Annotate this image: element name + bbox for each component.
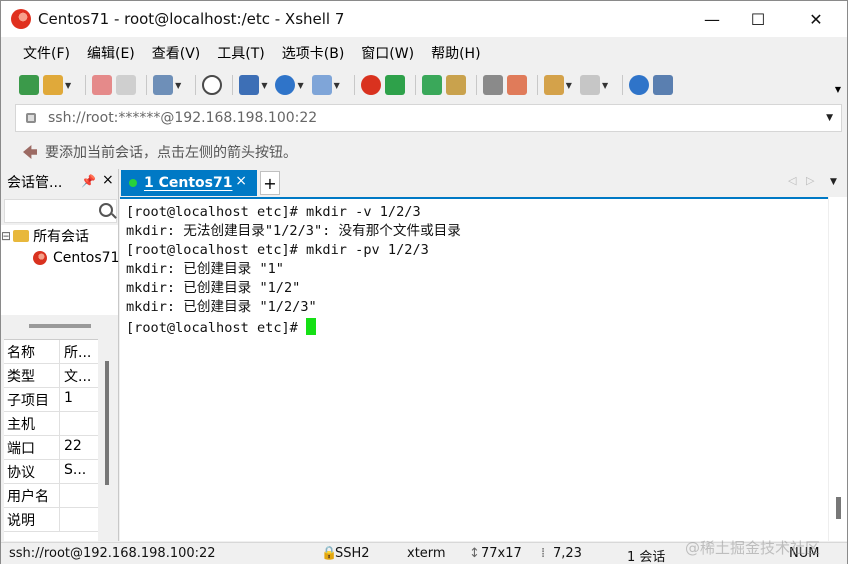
session-panel-title: 会话管...: [7, 175, 63, 191]
status-size: 77x17: [481, 546, 522, 561]
lock-icon[interactable]: [445, 75, 466, 95]
search-icon[interactable]: [99, 203, 113, 217]
new-session-icon[interactable]: [19, 75, 39, 95]
toolbar-overflow-icon[interactable]: ▼: [835, 85, 841, 94]
chat-icon[interactable]: [653, 75, 674, 95]
menu-tools[interactable]: 工具(T): [217, 43, 264, 63]
tree-item-label: 所有会话: [33, 229, 90, 245]
table-row: 子项目 1: [4, 388, 98, 412]
terminal-line: mkdir: 已创建目录 "1/2": [126, 280, 301, 297]
table-row: 端口 22: [4, 436, 98, 460]
menu-file[interactable]: 文件(F): [23, 43, 70, 63]
table-row: 用户名: [4, 484, 98, 508]
status-terminal-type: xterm: [407, 546, 446, 561]
hint-bar: 要添加当前会话，点击左侧的箭头按钮。: [15, 139, 842, 165]
tab-scroll-left-icon[interactable]: ◁: [788, 174, 796, 187]
terminal-line: mkdir: 无法创建目录"1/2/3": 没有那个文件或目录: [126, 223, 461, 240]
pin-icon[interactable]: 📌: [81, 174, 96, 188]
table-row: 名称 所...: [4, 340, 98, 364]
properties-scrollbar[interactable]: [105, 361, 109, 485]
session-properties-table: 名称 所... 类型 文... 子项目 1 主机 端口 22 协议 S... 用户名 说明: [4, 339, 98, 541]
add-tab-button[interactable]: +: [260, 171, 280, 195]
terminal-scrollbar[interactable]: [828, 197, 847, 541]
globe-icon[interactable]: [275, 75, 296, 95]
tab-centos71[interactable]: 1 Centos71 ×: [121, 170, 257, 196]
reconnect-icon[interactable]: [92, 75, 113, 95]
layout-icon[interactable]: [579, 75, 600, 95]
xftp-icon[interactable]: [384, 75, 405, 95]
status-cursor-position: 7,23: [553, 546, 582, 561]
size-icon: ↕: [469, 546, 480, 561]
table-row: 主机: [4, 412, 98, 436]
disconnect-icon[interactable]: [116, 75, 137, 95]
help-icon[interactable]: [629, 75, 650, 95]
menu-view[interactable]: 查看(V): [152, 43, 201, 63]
tree-item-all-sessions[interactable]: ⊟ 所有会话: [1, 225, 89, 247]
terminal-prompt-line: [root@localhost etc]#: [126, 317, 828, 338]
xshell-logo-icon: [11, 9, 31, 29]
chevron-down-icon[interactable]: ▼: [826, 113, 833, 123]
session-panel-header: 会话管... 📌 ×: [1, 169, 119, 195]
collapse-icon[interactable]: ⊟: [1, 229, 11, 243]
title-bar: Centos71 - root@localhost:/etc - Xshell …: [1, 1, 847, 37]
lock-icon: [26, 113, 36, 123]
minimize-button[interactable]: —: [689, 1, 735, 37]
window-title: Centos71 - root@localhost:/etc - Xshell …: [38, 10, 345, 28]
session-search-input[interactable]: [4, 199, 117, 223]
keyboard-icon[interactable]: [482, 75, 503, 95]
menu-window[interactable]: 窗口(W): [361, 43, 414, 63]
highlight-icon[interactable]: [506, 75, 527, 95]
transfer-icon[interactable]: [239, 75, 260, 95]
tab-scroll-right-icon[interactable]: ▷: [806, 174, 814, 187]
status-connection: ssh://root@192.168.198.100:22: [9, 546, 216, 561]
properties-icon[interactable]: [153, 75, 174, 95]
scrollbar-thumb[interactable]: [836, 497, 841, 519]
compose-icon[interactable]: [543, 75, 564, 95]
watermark: @稀土掘金技术社区: [685, 539, 821, 557]
tab-list-icon[interactable]: ▼: [830, 177, 837, 187]
menu-edit[interactable]: 编辑(E): [87, 43, 135, 63]
connected-status-icon: [129, 179, 137, 187]
tab-label: 1 Centos71: [144, 175, 233, 191]
cursor-position-icon: ⁞: [541, 546, 546, 561]
terminal-line: [root@localhost etc]# mkdir -v 1/2/3: [126, 204, 421, 220]
status-protocol: SSH2: [335, 546, 370, 561]
terminal-line: [root@localhost etc]# mkdir -pv 1/2/3: [126, 242, 429, 259]
hint-text: 要添加当前会话，点击左侧的箭头按钮。: [45, 145, 297, 161]
terminal-cursor: [306, 317, 317, 335]
terminal-line: mkdir: 已创建目录 "1/2/3": [126, 299, 317, 316]
open-folder-icon[interactable]: [43, 75, 63, 95]
session-icon: [33, 251, 47, 265]
table-row: 类型 文...: [4, 364, 98, 388]
toolbar: ▼ ▼ ▼ ▼ ▼ ▼ ▼ ▼: [1, 70, 847, 100]
find-icon[interactable]: [202, 75, 223, 95]
session-tree: ⊟ 所有会话 Centos71: [1, 225, 119, 315]
close-icon[interactable]: ×: [102, 172, 114, 188]
status-sessions: 1 会话: [627, 550, 666, 565]
terminal-line: mkdir: 已创建目录 "1": [126, 261, 284, 278]
terminal-output[interactable]: [root@localhost etc]# mkdir -v 1/2/3 mkd…: [120, 197, 828, 541]
address-bar[interactable]: ssh://root:******@192.168.198.100:22 ▼: [15, 104, 842, 132]
table-row: 协议 S...: [4, 460, 98, 484]
menu-help[interactable]: 帮助(H): [431, 43, 480, 63]
menu-bar: 文件(F) 编辑(E) 查看(V) 工具(T) 选项卡(B) 窗口(W) 帮助(…: [1, 39, 847, 67]
tab-close-icon[interactable]: ×: [235, 173, 247, 189]
maximize-button[interactable]: ☐: [735, 1, 781, 37]
close-button[interactable]: ✕: [793, 1, 839, 37]
font-icon[interactable]: [311, 75, 332, 95]
tab-bar: 1 Centos71 × + ◁ ▷ ▼: [120, 169, 847, 197]
fullscreen-icon[interactable]: [421, 75, 442, 95]
terminal-prompt: [root@localhost etc]#: [126, 319, 307, 336]
folder-icon: [13, 230, 30, 242]
xshell-icon[interactable]: [360, 75, 381, 95]
tree-item-label: Centos71: [53, 250, 120, 266]
arrow-left-icon[interactable]: [23, 145, 37, 159]
address-text: ssh://root:******@192.168.198.100:22: [48, 110, 318, 126]
session-manager-panel: 会话管... 📌 × ⊟ 所有会话 Centos71 名称 所... 类型 文...…: [1, 169, 119, 541]
panel-splitter[interactable]: [29, 324, 91, 328]
menu-tab[interactable]: 选项卡(B): [282, 43, 345, 63]
xshell-window: Centos71 - root@localhost:/etc - Xshell …: [0, 0, 848, 565]
tree-item-centos71[interactable]: Centos71: [33, 247, 119, 269]
table-row: 说明: [4, 508, 98, 532]
